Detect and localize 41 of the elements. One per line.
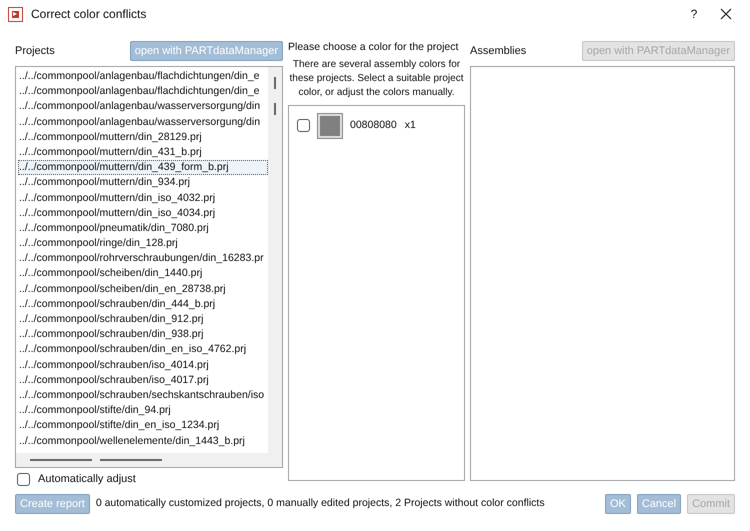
project-item[interactable]: ../../commonpool/muttern/din_431_b.prj [18, 144, 268, 160]
project-item[interactable]: ../../commonpool/pneumatik/din_7080.prj [18, 220, 268, 236]
project-item[interactable]: ../../commonpool/anlagenbau/wasserversorgung/din [18, 114, 268, 130]
help-button[interactable]: ? [684, 5, 704, 23]
project-item[interactable]: ../../commonpool/wellenelemente/din_1443_b.prj [18, 434, 268, 449]
project-item[interactable]: ../../commonpool/stifte/din_en_iso_1234.prj [18, 418, 268, 434]
project-item[interactable]: ../../commonpool/schrauben/sechskantschrauben/iso [18, 388, 268, 404]
color-heading: Please choose a color for the project [288, 40, 460, 55]
project-item[interactable]: ../../commonpool/anlagenbau/flachdichtungen/din_e [18, 84, 268, 100]
project-item[interactable]: ../../commonpool/muttern/din_439_form_b.prj [18, 160, 268, 176]
vertical-scrollbar[interactable] [268, 67, 282, 453]
project-item[interactable]: ../../commonpool/muttern/din_iso_4034.prj [18, 206, 268, 221]
project-item[interactable]: ../../commonpool/muttern/din_iso_4032.prj [18, 190, 268, 206]
project-item[interactable]: ../../commonpool/ringe/din_128.prj [18, 236, 268, 252]
project-item[interactable]: ../../commonpool/stifte/din_94.prj [18, 403, 268, 418]
horizontal-scrollbar[interactable] [16, 453, 282, 467]
project-item[interactable]: ../../commonpool/scheiben/din_1440.prj [18, 266, 268, 282]
project-item[interactable]: ../../commonpool/schrauben/iso_4014.prj [18, 358, 268, 373]
color-count: x1 [404, 118, 416, 133]
project-item[interactable]: ../../commonpool/muttern/din_28129.prj [18, 130, 268, 145]
app-logo-icon [8, 6, 23, 22]
project-item[interactable]: ../../commonpool/anlagenbau/flachdichtungen/din_e [18, 69, 268, 84]
color-code: 00808080 [350, 118, 397, 133]
project-item[interactable]: ../../commonpool/scheiben/din_en_28738.prj [18, 282, 268, 297]
project-item[interactable]: ../../commonpool/anlagenbau/wasserversorgung/din [18, 99, 268, 115]
assemblies-label: Assemblies [470, 44, 526, 59]
project-item[interactable]: ../../commonpool/schrauben/din_444_b.prj [18, 296, 268, 312]
projects-label: Projects [15, 44, 55, 59]
color-info: There are several assembly colors for these projects. Select a suitable project color, or adjust the colors manually. [288, 58, 464, 100]
close-icon[interactable] [720, 8, 732, 20]
project-item[interactable]: ../../commonpool/schrauben/iso_4017.prj [18, 372, 268, 388]
project-item[interactable]: ../../commonpool/schrauben/din_en_iso_4762.prj [18, 342, 268, 358]
checkbox[interactable] [297, 119, 310, 132]
project-item[interactable]: ../../commonpool/muttern/din_934.prj [18, 175, 268, 190]
project-item[interactable]: ../../commonpool/schrauben/din_912.prj [18, 312, 268, 328]
checkbox[interactable] [17, 472, 30, 486]
project-item[interactable]: ../../commonpool/rohrverschraubungen/din_16283.pr [18, 251, 268, 266]
status-text: 0 automatically customized projects, 0 manually edited projects, 2 Projects without color conflicts [96, 496, 545, 512]
window-title: Correct color conflicts [31, 6, 146, 23]
project-item[interactable]: ../../commonpool/schrauben/din_938.prj [18, 327, 268, 342]
auto-adjust-label: Automatically adjust [38, 472, 136, 487]
